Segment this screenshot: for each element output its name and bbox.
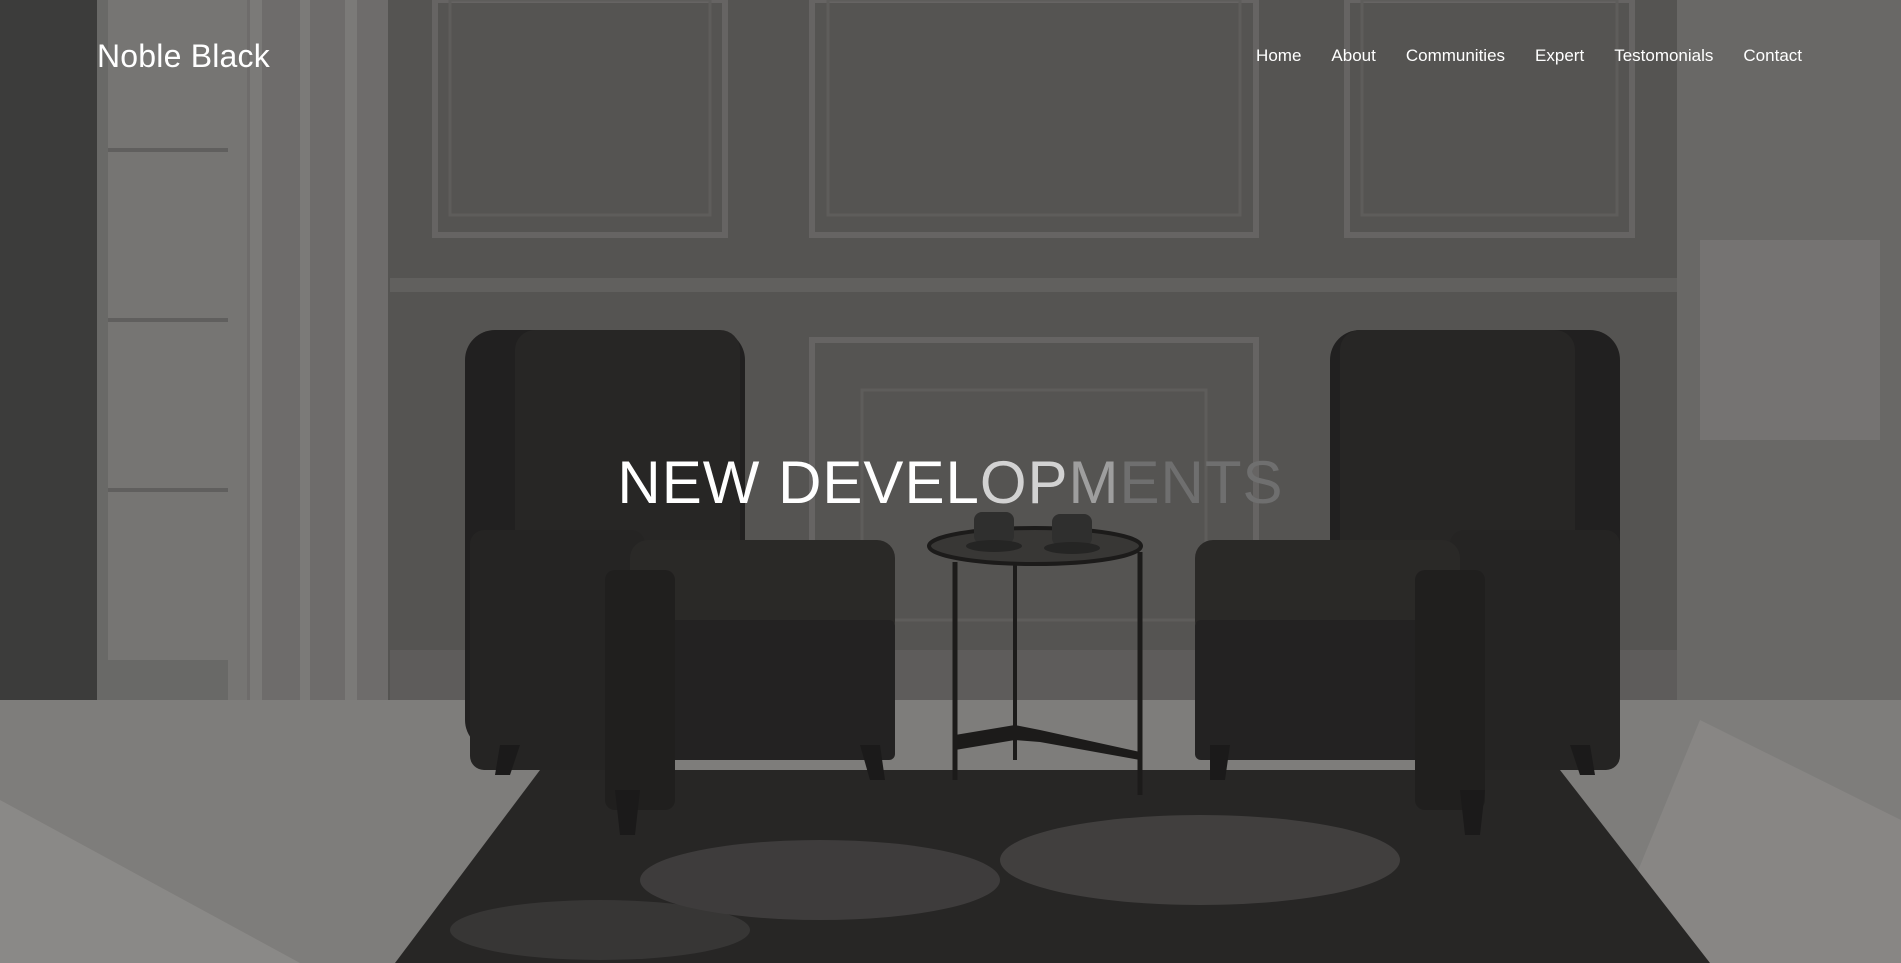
hero-headline-part: NEW DEVEL: [617, 449, 980, 516]
nav-item-about[interactable]: About: [1331, 46, 1375, 66]
hero-headline-part: M: [1068, 449, 1120, 516]
hero-section: Noble Black Home About Communities Exper…: [0, 0, 1901, 963]
hero-headline: NEW DEVELOPMENTS: [0, 448, 1901, 518]
nav-item-home[interactable]: Home: [1256, 46, 1301, 66]
nav-item-communities[interactable]: Communities: [1406, 46, 1505, 66]
main-nav: Home About Communities Expert Testomonia…: [1226, 46, 1802, 66]
site-header: Noble Black Home About Communities Exper…: [0, 0, 1901, 115]
brand-logo[interactable]: Noble Black: [97, 38, 270, 75]
hero-headline-part: OP: [979, 449, 1069, 516]
hero-headline-part: ENTS: [1119, 449, 1284, 516]
nav-item-contact[interactable]: Contact: [1743, 46, 1802, 66]
nav-item-expert[interactable]: Expert: [1535, 46, 1584, 66]
nav-item-testimonials[interactable]: Testomonials: [1614, 46, 1713, 66]
